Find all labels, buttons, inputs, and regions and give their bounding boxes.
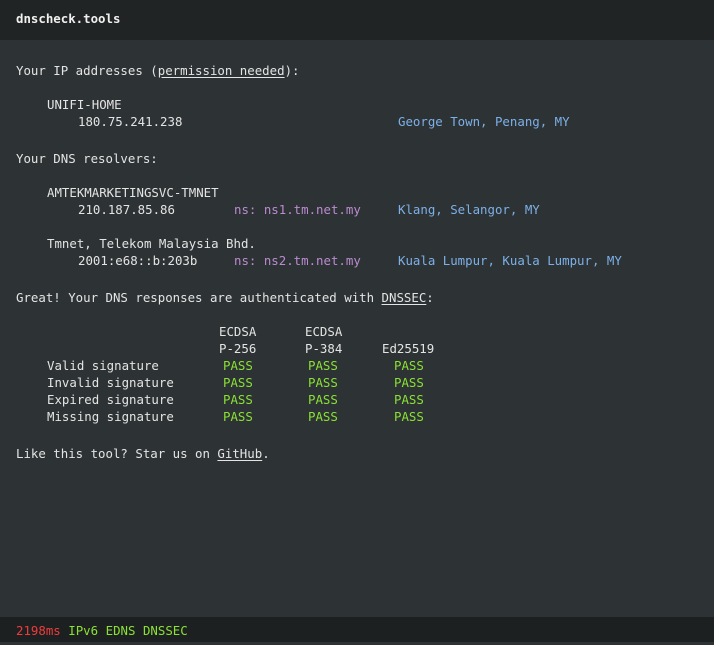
resolver-location: Kuala Lumpur, Kuala Lumpur, MY — [398, 253, 622, 268]
resolver-ns: ns: ns2.tm.net.my — [234, 253, 361, 268]
status-bar: 2198ms IPv6 EDNS DNSSEC — [0, 617, 714, 642]
table-row: Missing signature PASS PASS PASS — [16, 408, 706, 425]
column-header: ECDSA — [219, 324, 257, 339]
table-row: Invalid signature PASS PASS PASS — [16, 374, 706, 391]
result-cell: PASS — [223, 392, 253, 407]
row-label: Expired signature — [47, 392, 174, 407]
result-cell: PASS — [223, 375, 253, 390]
ip-location: George Town, Penang, MY — [398, 114, 570, 129]
column-header: P-384 — [305, 341, 343, 356]
resolver-org: AMTEKMARKETINGSVC-TMNET — [47, 185, 219, 200]
dnssec-title: Great! Your DNS responses are authentica… — [16, 290, 434, 305]
ip-address: 180.75.241.238 — [78, 114, 183, 129]
result-cell: PASS — [394, 358, 424, 373]
result-cell: PASS — [308, 358, 338, 373]
column-header: Ed25519 — [382, 341, 435, 356]
result-cell: PASS — [394, 392, 424, 407]
column-header: P-256 — [219, 341, 257, 356]
ip-entry-row: 180.75.241.238 George Town, Penang, MY — [16, 113, 706, 130]
dnssec-table-header-2: P-256 P-384 Ed25519 — [16, 340, 706, 357]
app-header: dnscheck.tools — [0, 0, 714, 40]
table-row: Valid signature PASS PASS PASS — [16, 357, 706, 374]
result-cell: PASS — [394, 409, 424, 424]
row-label: Missing signature — [47, 409, 174, 424]
latency-indicator: 2198ms — [16, 623, 61, 638]
resolver-ns: ns: ns1.tm.net.my — [234, 202, 361, 217]
dnssec-indicator: DNSSEC — [142, 623, 188, 638]
row-label: Valid signature — [47, 358, 159, 373]
result-cell: PASS — [308, 375, 338, 390]
dnssec-table-header-1: ECDSA ECDSA — [16, 323, 706, 340]
column-header: ECDSA — [305, 324, 343, 339]
resolver-org: Tmnet, Telekom Malaysia Bhd. — [47, 236, 256, 251]
result-cell: PASS — [308, 409, 338, 424]
result-cell: PASS — [223, 409, 253, 424]
edns-indicator: EDNS — [105, 623, 136, 638]
ip-org: UNIFI-HOME — [47, 97, 122, 112]
ipv6-indicator: IPv6 — [68, 623, 99, 638]
resolver-row: 210.187.85.86 ns: ns1.tm.net.my Klang, S… — [16, 201, 706, 218]
result-cell: PASS — [394, 375, 424, 390]
main-content: Your IP addresses (permission needed): U… — [16, 62, 706, 462]
dns-section-title: Your DNS resolvers: — [16, 151, 158, 166]
permission-needed-link[interactable]: permission needed — [158, 63, 285, 78]
dnssec-link[interactable]: DNSSEC — [382, 290, 427, 305]
table-row: Expired signature PASS PASS PASS — [16, 391, 706, 408]
site-title[interactable]: dnscheck.tools — [16, 11, 120, 26]
resolver-location: Klang, Selangor, MY — [398, 202, 540, 217]
result-cell: PASS — [308, 392, 338, 407]
promo-line: Like this tool? Star us on GitHub. — [16, 446, 270, 461]
resolver-ip: 210.187.85.86 — [78, 202, 175, 217]
github-link[interactable]: GitHub — [217, 446, 262, 461]
ip-section-title: Your IP addresses (permission needed): — [16, 63, 300, 78]
resolver-row: 2001:e68::b:203b ns: ns2.tm.net.my Kuala… — [16, 252, 706, 269]
result-cell: PASS — [223, 358, 253, 373]
row-label: Invalid signature — [47, 375, 174, 390]
resolver-ip: 2001:e68::b:203b — [78, 253, 198, 268]
